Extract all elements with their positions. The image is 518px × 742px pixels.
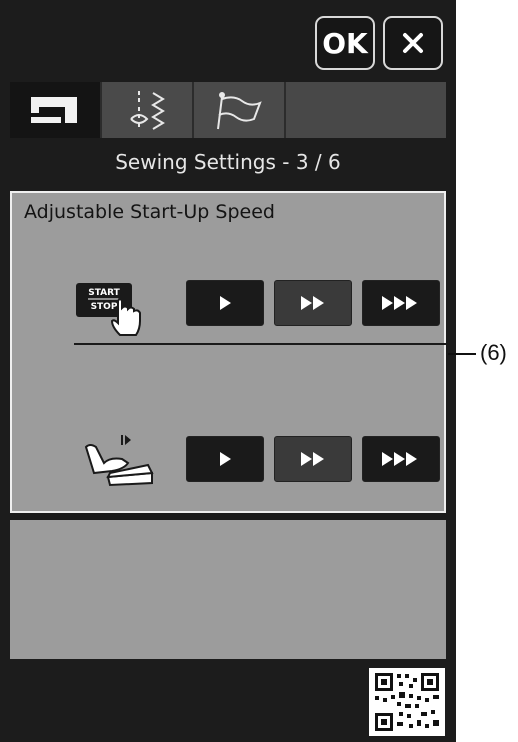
tab-flag[interactable] (194, 82, 286, 138)
start-stop-fast-button[interactable] (362, 280, 440, 326)
foot-control-slow-button[interactable] (186, 436, 264, 482)
start-stop-medium-button[interactable] (274, 280, 352, 326)
close-button[interactable] (383, 16, 443, 70)
panel-title: Adjustable Start-Up Speed (24, 201, 275, 223)
foot-control-fast-button[interactable] (362, 436, 440, 482)
tab-empty (286, 82, 446, 138)
ok-button[interactable]: OK (315, 16, 375, 70)
qr-code-icon[interactable] (369, 668, 445, 736)
foot-control-icon (82, 429, 156, 487)
fast-speed-icon (382, 452, 417, 466)
start-stop-button-icon: START STOP (74, 279, 146, 341)
slow-speed-icon (220, 296, 231, 310)
screen: OK Sewing Settings - 3 / 6 Adjustable St… (0, 0, 456, 742)
tab-sewing-machine[interactable] (10, 82, 102, 138)
empty-content-area (10, 520, 446, 659)
medium-speed-icon (301, 452, 324, 466)
divider (74, 343, 448, 345)
page-title: Sewing Settings - 3 / 6 (115, 150, 341, 174)
fast-speed-icon (382, 296, 417, 310)
callout-label: (6) (480, 340, 507, 365)
tab-bar (10, 82, 446, 138)
start-up-speed-panel: Adjustable Start-Up Speed START STOP (10, 191, 448, 513)
sewing-machine-icon (31, 97, 77, 123)
callout-line (448, 353, 476, 355)
start-stop-slow-button[interactable] (186, 280, 264, 326)
stop-label: STOP (91, 302, 118, 312)
foot-control-medium-button[interactable] (274, 436, 352, 482)
medium-speed-icon (301, 296, 324, 310)
close-icon (403, 33, 423, 53)
stitch-icon (130, 91, 165, 130)
flag-icon (217, 92, 262, 130)
tab-stitch[interactable] (102, 82, 194, 138)
start-label: START (88, 288, 120, 298)
slow-speed-icon (220, 452, 231, 466)
ok-button-label: OK (322, 26, 368, 60)
